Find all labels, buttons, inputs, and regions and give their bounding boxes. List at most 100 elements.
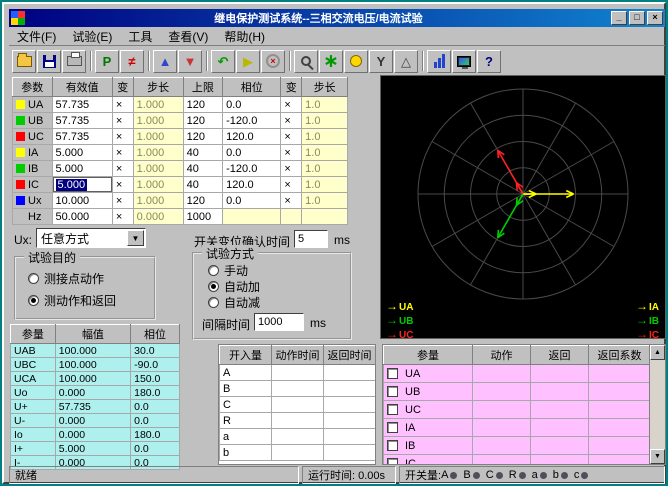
input-channel[interactable]: b [220,445,272,461]
minimize-button[interactable]: _ [611,11,627,25]
scrollbar[interactable]: ▲ ▼ [649,345,665,464]
vary-toggle[interactable]: × [112,145,133,161]
input-channel[interactable]: R [220,413,272,429]
step-up-button[interactable]: ▲ [153,50,177,73]
close-button[interactable]: × [647,11,663,25]
vary-toggle[interactable]: × [281,193,302,209]
value-cell[interactable]: 10.000 [52,193,112,209]
value-cell[interactable]: 50.000 [52,209,112,225]
input-channel[interactable]: a [220,429,272,445]
step-cell[interactable]: 1.0 [302,145,348,161]
confirm-time-input[interactable] [294,230,328,248]
menu-file[interactable]: 文件(F) [9,27,64,46]
step-cell[interactable]: 1.0 [302,129,348,145]
vary-toggle[interactable]: × [281,161,302,177]
limit-cell[interactable]: 40 [183,145,223,161]
input-channel[interactable]: B [220,381,272,397]
step-cell[interactable]: 1.0 [302,177,348,193]
limit-cell[interactable]: 120 [183,193,223,209]
limit-cell[interactable]: 120 [183,113,223,129]
menu-test[interactable]: 试验(E) [64,27,120,46]
radio-contact-action[interactable]: 测接点动作 [28,270,104,287]
menu-help[interactable]: 帮助(H) [216,27,273,46]
limit-cell[interactable]: 40 [183,161,223,177]
start-button[interactable]: ▶ [236,50,260,73]
checkbox[interactable] [387,386,398,397]
help-button[interactable]: ? [477,50,501,73]
vary-toggle[interactable]: × [112,161,133,177]
limit-cell[interactable]: 1000 [183,209,223,225]
ux-mode-select[interactable]: 任意方式 ▼ [36,228,146,248]
open-button[interactable] [12,50,36,73]
checkbox[interactable] [387,440,398,451]
step-cell[interactable]: 1.0 [302,161,348,177]
step-cell[interactable]: 1.0 [302,193,348,209]
value-cell-editing[interactable]: 5.000 [52,177,112,193]
clock-button[interactable] [344,50,368,73]
vector-button[interactable]: Y [369,50,393,73]
checkbox[interactable] [387,422,398,433]
stop-button[interactable]: × [261,50,285,73]
zoom-button[interactable] [294,50,318,73]
step-down-button[interactable]: ▼ [178,50,202,73]
vary-toggle[interactable]: × [281,177,302,193]
vary-toggle[interactable]: × [112,193,133,209]
vary-toggle[interactable]: × [112,97,133,113]
radio-action-return[interactable]: 测动作和返回 [28,292,116,309]
monitor-button[interactable] [452,50,476,73]
not-equal-button[interactable]: ≠ [120,50,144,73]
limit-cell[interactable]: 40 [183,177,223,193]
scroll-down-button[interactable]: ▼ [650,449,665,464]
input-channel[interactable]: A [220,365,272,381]
checkbox[interactable] [387,458,398,465]
value-cell[interactable]: 5.000 [52,145,112,161]
bar-chart-button[interactable] [427,50,451,73]
undo-button[interactable]: ↶ [211,50,235,73]
vary-toggle[interactable]: × [281,145,302,161]
menu-view[interactable]: 查看(V) [160,27,216,46]
scroll-up-button[interactable]: ▲ [650,345,665,360]
vary-toggle[interactable] [281,209,302,225]
vary-toggle[interactable]: × [281,113,302,129]
limit-cell[interactable]: 120 [183,129,223,145]
limit-cell[interactable]: 120 [183,97,223,113]
step-cell[interactable]: 1.0 [302,97,348,113]
phase-cell[interactable]: 120.0 [223,129,281,145]
maximize-button[interactable]: □ [629,11,645,25]
phase-cell[interactable]: 0.0 [223,97,281,113]
step-cell[interactable]: 1.000 [133,145,183,161]
triangle-button[interactable]: △ [394,50,418,73]
step-cell[interactable]: 1.0 [302,113,348,129]
vary-toggle[interactable]: × [281,129,302,145]
phase-cell[interactable] [223,209,281,225]
vary-toggle[interactable]: × [112,129,133,145]
vary-toggle[interactable]: × [281,97,302,113]
checkbox[interactable] [387,368,398,379]
value-cell[interactable]: 5.000 [52,161,112,177]
radio-manual[interactable]: 手动 [208,262,248,279]
step-cell[interactable]: 0.000 [133,209,183,225]
step-cell[interactable]: 1.000 [133,193,183,209]
phase-cell[interactable]: 120.0 [223,177,281,193]
value-cell[interactable]: 57.735 [52,113,112,129]
value-cell[interactable]: 57.735 [52,129,112,145]
checkbox[interactable] [387,404,398,415]
phase-cell[interactable]: -120.0 [223,161,281,177]
phase-cell[interactable]: 0.0 [223,145,281,161]
vary-toggle[interactable]: × [112,209,133,225]
step-cell[interactable]: 1.000 [133,177,183,193]
step-cell[interactable]: 1.000 [133,161,183,177]
input-channel[interactable]: C [220,397,272,413]
p-phase-button[interactable]: P [95,50,119,73]
vary-toggle[interactable]: × [112,177,133,193]
phase-cell[interactable]: 0.0 [223,193,281,209]
interval-input[interactable] [254,313,304,331]
step-cell[interactable]: 1.000 [133,113,183,129]
compass-button[interactable]: ∗ [319,50,343,73]
radio-auto-increase[interactable]: 自动加 [208,278,260,295]
phase-cell[interactable]: -120.0 [223,113,281,129]
menu-tools[interactable]: 工具 [120,27,160,46]
value-cell[interactable]: 57.735 [52,97,112,113]
save-button[interactable] [37,50,61,73]
chevron-down-icon[interactable]: ▼ [127,230,144,246]
